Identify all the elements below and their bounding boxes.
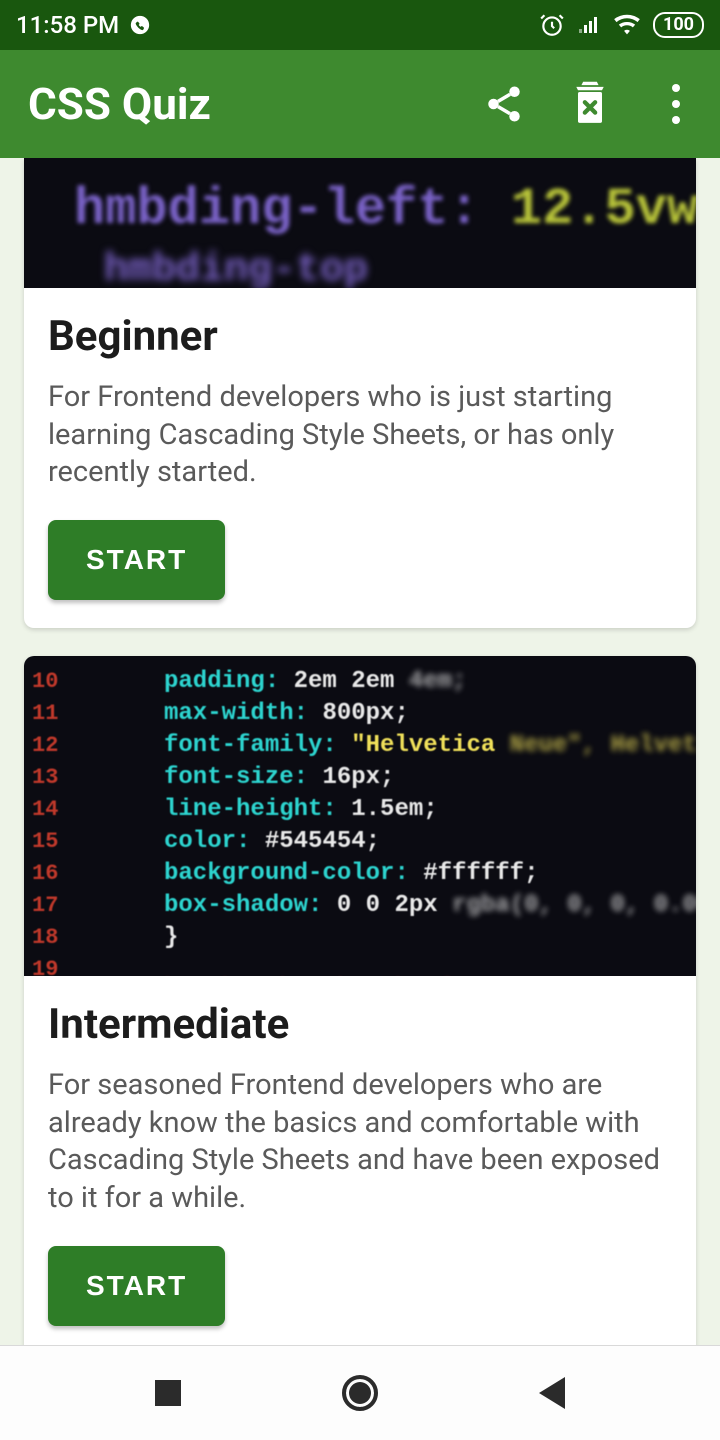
more-menu-button[interactable] [652, 80, 700, 128]
phone-icon [129, 14, 151, 36]
app-bar: CSS Quiz [0, 50, 720, 158]
card-image: 10111213141516171819 padding: 2em 2em 4e… [24, 656, 696, 976]
delete-button[interactable] [566, 80, 614, 128]
system-nav-bar [0, 1345, 720, 1440]
share-button[interactable] [480, 80, 528, 128]
app-title: CSS Quiz [28, 78, 480, 130]
wifi-icon [613, 11, 641, 39]
content-scroll[interactable]: hmbding-left: 12.5vw hmbding-top Beginne… [0, 158, 720, 1345]
card-description: For seasoned Frontend developers who are… [48, 1067, 672, 1218]
quiz-card-beginner: hmbding-left: 12.5vw hmbding-top Beginne… [24, 158, 696, 628]
battery-indicator: 100 [653, 12, 704, 38]
status-bar: 11:58 PM 100 [0, 0, 720, 50]
quiz-card-intermediate: 10111213141516171819 padding: 2em 2em 4e… [24, 656, 696, 1345]
alarm-icon [539, 12, 565, 38]
home-button[interactable] [336, 1369, 384, 1417]
card-description: For Frontend developers who is just star… [48, 379, 672, 492]
card-title: Beginner [48, 312, 672, 361]
status-time: 11:58 PM [16, 11, 119, 39]
start-button[interactable]: START [48, 520, 225, 600]
signal-icon [577, 13, 601, 37]
recent-apps-button[interactable] [144, 1369, 192, 1417]
card-title: Intermediate [48, 1000, 672, 1049]
back-button[interactable] [528, 1369, 576, 1417]
card-image: hmbding-left: 12.5vw hmbding-top [24, 158, 696, 288]
start-button[interactable]: START [48, 1246, 225, 1326]
